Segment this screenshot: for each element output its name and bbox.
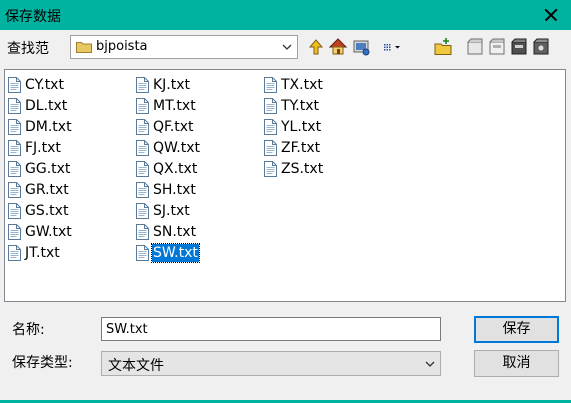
- text-file-icon: [264, 139, 277, 156]
- text-file-icon: [8, 244, 21, 261]
- text-file-icon: [136, 160, 149, 177]
- file-name: DL.txt: [25, 97, 68, 114]
- file-item[interactable]: QX.txt: [136, 158, 201, 179]
- file-column-2: KJ.txt MT.txt QF.txt QW.txt QX.txt SH.txt SJ.t…: [136, 74, 201, 263]
- file-name: DM.txt: [25, 118, 72, 135]
- file-item[interactable]: GW.txt: [8, 221, 73, 242]
- file-name: JT.txt: [25, 244, 60, 261]
- text-file-icon: [8, 118, 21, 135]
- text-file-icon: [8, 181, 21, 198]
- file-name: QF.txt: [153, 118, 194, 135]
- drive-3-icon[interactable]: [509, 36, 529, 58]
- text-file-icon: [136, 244, 149, 261]
- file-item[interactable]: GG.txt: [8, 158, 73, 179]
- file-name: GW.txt: [25, 223, 72, 240]
- window-title: 保存数据: [5, 9, 61, 25]
- home-icon[interactable]: [328, 36, 348, 58]
- chevron-down-icon: [282, 44, 292, 50]
- file-name: ZS.txt: [281, 160, 324, 177]
- look-in-label: 查找范: [7, 41, 49, 57]
- file-item[interactable]: TX.txt: [264, 74, 324, 95]
- text-file-icon: [136, 118, 149, 135]
- file-item[interactable]: TY.txt: [264, 95, 324, 116]
- file-name: TX.txt: [281, 76, 323, 93]
- file-item[interactable]: ZS.txt: [264, 158, 324, 179]
- drive-2-icon[interactable]: [487, 36, 507, 58]
- file-item[interactable]: MT.txt: [136, 95, 201, 116]
- file-name-label: 名称:: [12, 322, 45, 338]
- look-in-dropdown[interactable]: bjpoista: [70, 35, 298, 59]
- file-name: MT.txt: [153, 97, 196, 114]
- text-file-icon: [8, 160, 21, 177]
- file-item[interactable]: JT.txt: [8, 242, 73, 263]
- cancel-button[interactable]: 取消: [474, 350, 559, 377]
- file-item[interactable]: ZF.txt: [264, 137, 324, 158]
- view-menu-icon[interactable]: [383, 36, 403, 58]
- text-file-icon: [8, 223, 21, 240]
- file-item[interactable]: GS.txt: [8, 200, 73, 221]
- text-file-icon: [136, 97, 149, 114]
- new-folder-icon[interactable]: [433, 36, 453, 58]
- file-name-input[interactable]: [101, 317, 441, 341]
- text-file-icon: [8, 97, 21, 114]
- file-item[interactable]: SN.txt: [136, 221, 201, 242]
- file-item[interactable]: QF.txt: [136, 116, 201, 137]
- desktop-icon[interactable]: [351, 36, 371, 58]
- file-name: QX.txt: [153, 160, 198, 177]
- file-name: SW.txt: [151, 242, 200, 263]
- file-name: GS.txt: [25, 202, 69, 219]
- file-name: CY.txt: [25, 76, 64, 93]
- drive-1-icon[interactable]: [465, 36, 485, 58]
- text-file-icon: [264, 97, 277, 114]
- save-button[interactable]: 保存: [474, 316, 559, 343]
- file-name: GG.txt: [25, 160, 71, 177]
- save-type-label: 保存类型:: [12, 355, 73, 371]
- text-file-icon: [136, 139, 149, 156]
- file-item[interactable]: QW.txt: [136, 137, 201, 158]
- file-item[interactable]: DL.txt: [8, 95, 73, 116]
- current-folder: bjpoista: [96, 39, 148, 54]
- text-file-icon: [8, 139, 21, 156]
- file-column-1: CY.txt DL.txt DM.txt FJ.txt GG.txt GR.txt GS.t…: [8, 74, 73, 263]
- file-item[interactable]: SJ.txt: [136, 200, 201, 221]
- file-item[interactable]: SW.txt: [136, 242, 201, 263]
- up-folder-icon[interactable]: [306, 36, 326, 58]
- file-name: YL.txt: [281, 118, 322, 135]
- file-item[interactable]: GR.txt: [8, 179, 73, 200]
- text-file-icon: [264, 160, 277, 177]
- text-file-icon: [264, 76, 277, 93]
- text-file-icon: [136, 202, 149, 219]
- folder-icon: [76, 42, 92, 53]
- save-type-value: 文本文件: [108, 358, 164, 374]
- file-item[interactable]: DM.txt: [8, 116, 73, 137]
- title-bar: 保存数据: [0, 0, 571, 30]
- text-file-icon: [8, 202, 21, 219]
- text-file-icon: [136, 76, 149, 93]
- file-column-3: TX.txt TY.txt YL.txt ZF.txt ZS.txt: [264, 74, 324, 179]
- file-name: ZF.txt: [281, 139, 321, 156]
- file-name: QW.txt: [153, 139, 200, 156]
- file-name: SJ.txt: [153, 202, 190, 219]
- file-name: TY.txt: [281, 97, 319, 114]
- file-name: SN.txt: [153, 223, 197, 240]
- text-file-icon: [136, 223, 149, 240]
- text-file-icon: [136, 181, 149, 198]
- file-name: FJ.txt: [25, 139, 61, 156]
- file-item[interactable]: KJ.txt: [136, 74, 201, 95]
- save-type-dropdown[interactable]: 文本文件: [101, 351, 441, 376]
- drive-4-icon[interactable]: [531, 36, 551, 58]
- file-name: SH.txt: [153, 181, 196, 198]
- chevron-down-icon: [425, 361, 435, 367]
- file-name: KJ.txt: [153, 76, 191, 93]
- file-list[interactable]: CY.txt DL.txt DM.txt FJ.txt GG.txt GR.txt GS.t…: [4, 69, 566, 302]
- text-file-icon: [264, 118, 277, 135]
- file-item[interactable]: CY.txt: [8, 74, 73, 95]
- file-name: GR.txt: [25, 181, 69, 198]
- file-item[interactable]: SH.txt: [136, 179, 201, 200]
- file-item[interactable]: YL.txt: [264, 116, 324, 137]
- text-file-icon: [8, 76, 21, 93]
- file-item[interactable]: FJ.txt: [8, 137, 73, 158]
- close-icon[interactable]: [531, 0, 571, 30]
